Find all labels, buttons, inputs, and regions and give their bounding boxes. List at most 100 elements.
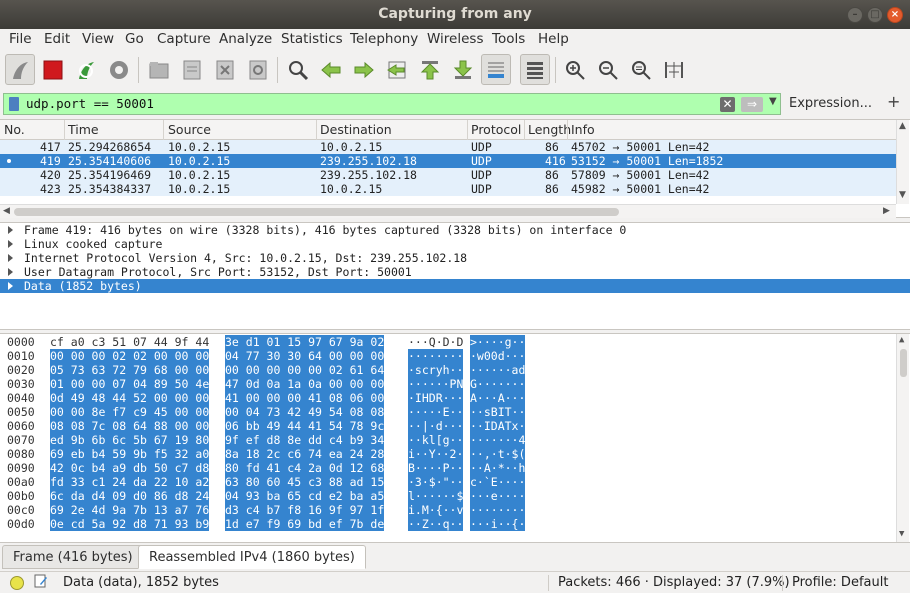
tab-frame-bytes[interactable]: Frame (416 bytes): [2, 545, 144, 569]
column-header-no[interactable]: No.: [4, 122, 25, 137]
resize-columns-icon[interactable]: [659, 54, 689, 85]
stop-capture-icon[interactable]: [38, 54, 68, 85]
menu-analyze[interactable]: Analyze: [219, 31, 272, 47]
scroll-right-icon[interactable]: ▶: [883, 206, 890, 216]
scroll-down-icon[interactable]: ▼: [899, 190, 906, 200]
expert-info-led-icon[interactable]: [10, 576, 24, 590]
hex-bytes-right: 06 bb 49 44 41 54 78 9c: [225, 419, 385, 433]
minimize-button[interactable]: –: [847, 7, 863, 23]
packet-row-selected[interactable]: 419 25.354140606 10.0.2.15 239.255.102.1…: [0, 154, 896, 168]
save-file-icon[interactable]: [177, 54, 207, 85]
bytes-row[interactable]: 00a0 fd 33 c1 24 da 22 10 a2 63 80 60 45 c…: [0, 475, 896, 489]
tab-reassembled-ipv4[interactable]: Reassembled IPv4 (1860 bytes): [138, 545, 366, 569]
open-file-icon[interactable]: [144, 54, 174, 85]
tree-item-udp[interactable]: User Datagram Protocol, Src Port: 53152,…: [0, 265, 910, 279]
bytes-vertical-scrollbar[interactable]: ▲ ▼: [896, 334, 909, 542]
tree-item-ipv4[interactable]: Internet Protocol Version 4, Src: 10.0.2…: [0, 251, 910, 265]
column-header-source[interactable]: Source: [168, 122, 211, 137]
packet-list-horizontal-scrollbar[interactable]: ◀ ▶: [0, 204, 896, 218]
status-profile[interactable]: Profile: Default: [792, 575, 888, 590]
packet-row[interactable]: 423 25.354384337 10.0.2.15 10.0.2.15 UDP…: [0, 182, 896, 196]
menu-wireless[interactable]: Wireless: [427, 31, 484, 47]
packet-list-vertical-scrollbar[interactable]: ▲ ▼: [896, 120, 909, 204]
menu-go[interactable]: Go: [125, 31, 144, 47]
bytes-row[interactable]: 00b0 6c da d4 09 d0 86 d8 24 04 93 ba 65 c…: [0, 489, 896, 503]
packet-row[interactable]: 420 25.354196469 10.0.2.15 239.255.102.1…: [0, 168, 896, 182]
bytes-row[interactable]: 0000 cf a0 c3 51 07 44 9f 44 3e d1 01 15 9…: [0, 335, 896, 349]
bytes-row[interactable]: 0040 0d 49 48 44 52 00 00 00 41 00 00 00 4…: [0, 391, 896, 405]
apply-filter-icon[interactable]: ⇒: [741, 97, 763, 112]
bytes-row[interactable]: 0010 00 00 00 02 02 00 00 00 04 77 30 30 6…: [0, 349, 896, 363]
expand-arrow-icon[interactable]: [8, 254, 13, 262]
byte-offset: 00c0: [7, 503, 35, 517]
go-first-packet-icon[interactable]: [415, 54, 445, 85]
restart-capture-icon[interactable]: [71, 54, 101, 85]
hex-bytes-right: 47 0d 0a 1a 0a 00 00 00: [225, 377, 385, 391]
scroll-up-icon[interactable]: ▲: [899, 121, 906, 131]
column-header-length[interactable]: Length: [528, 122, 571, 137]
scroll-left-icon[interactable]: ◀: [3, 206, 10, 216]
go-last-packet-icon[interactable]: [448, 54, 478, 85]
close-window-button[interactable]: ×: [887, 7, 903, 23]
packet-row[interactable]: 417 25.294268654 10.0.2.15 10.0.2.15 UDP…: [0, 140, 896, 154]
expand-arrow-icon[interactable]: [8, 282, 13, 290]
bytes-row[interactable]: 0030 01 00 00 07 04 89 50 4e 47 0d 0a 1a 0…: [0, 377, 896, 391]
chevron-down-icon[interactable]: ▼: [769, 96, 777, 107]
tree-item-data-selected[interactable]: Data (1852 bytes): [0, 279, 910, 293]
shark-fin-start-icon[interactable]: [5, 54, 35, 85]
normal-size-icon[interactable]: [626, 54, 656, 85]
reload-file-icon[interactable]: [243, 54, 273, 85]
display-filter-input[interactable]: udp.port == 50001 ✕ ⇒ ▼: [3, 93, 781, 115]
go-back-icon[interactable]: [316, 54, 346, 85]
tree-item-frame[interactable]: Frame 419: 416 bytes on wire (3328 bits)…: [0, 223, 910, 237]
bytes-row[interactable]: 00d0 0e cd 5a 92 d8 71 93 b9 1d e7 f9 69 b…: [0, 517, 896, 531]
column-header-time[interactable]: Time: [68, 122, 99, 137]
expression-button[interactable]: Expression...: [789, 96, 872, 111]
menu-view[interactable]: View: [82, 31, 114, 47]
menu-help[interactable]: Help: [538, 31, 569, 47]
menu-telephony[interactable]: Telephony: [350, 31, 418, 47]
find-packet-icon[interactable]: [283, 54, 313, 85]
ascii-right: ··IDATx·: [470, 419, 526, 433]
expand-arrow-icon[interactable]: [8, 226, 13, 234]
tree-item-linux-cooked[interactable]: Linux cooked capture: [0, 237, 910, 251]
bytes-row[interactable]: 0080 69 eb b4 59 9b f5 32 a0 8a 18 2c c6 7…: [0, 447, 896, 461]
column-header-destination[interactable]: Destination: [320, 122, 392, 137]
zoom-in-icon[interactable]: [560, 54, 590, 85]
filter-text[interactable]: udp.port == 50001: [26, 96, 154, 111]
expand-arrow-icon[interactable]: [8, 268, 13, 276]
menu-statistics[interactable]: Statistics: [281, 31, 343, 47]
bytes-row[interactable]: 0020 05 73 63 72 79 68 00 00 00 00 00 00 0…: [0, 363, 896, 377]
go-to-packet-icon[interactable]: [382, 54, 412, 85]
go-forward-icon[interactable]: [349, 54, 379, 85]
scrollbar-thumb[interactable]: [900, 349, 907, 377]
menu-edit[interactable]: Edit: [44, 31, 70, 47]
scroll-down-icon[interactable]: ▼: [899, 529, 904, 539]
bytes-row[interactable]: 0090 42 0c b4 a9 db 50 c7 d8 80 fd 41 c4 2…: [0, 461, 896, 475]
bytes-row[interactable]: 0050 00 00 8e f7 c9 45 00 00 00 04 73 42 4…: [0, 405, 896, 419]
capture-options-icon[interactable]: [104, 54, 134, 85]
bytes-row[interactable]: 00c0 69 2e 4d 9a 7b 13 a7 76 d3 c4 b7 f8 1…: [0, 503, 896, 517]
close-file-icon[interactable]: [210, 54, 240, 85]
expand-arrow-icon[interactable]: [8, 240, 13, 248]
clear-filter-icon[interactable]: ✕: [720, 97, 735, 112]
bookmark-icon[interactable]: [9, 97, 19, 111]
scrollbar-thumb[interactable]: [14, 208, 619, 216]
packet-source: 10.0.2.15: [168, 154, 231, 168]
hex-bytes-left: 6c da d4 09 d0 86 d8 24: [50, 489, 210, 503]
add-filter-button[interactable]: +: [887, 92, 900, 111]
maximize-button[interactable]: □: [867, 7, 883, 23]
edit-comment-icon[interactable]: [34, 574, 48, 588]
menu-file[interactable]: File: [9, 31, 32, 47]
menu-capture[interactable]: Capture: [157, 31, 211, 47]
zoom-out-icon[interactable]: [593, 54, 623, 85]
menu-tools[interactable]: Tools: [492, 31, 525, 47]
bytes-row[interactable]: 0060 08 08 7c 08 64 88 00 00 06 bb 49 44 4…: [0, 419, 896, 433]
bytes-row[interactable]: 0070 ed 9b 6b 6c 5b 67 19 80 9f ef d8 8e d…: [0, 433, 896, 447]
autoscroll-icon[interactable]: [481, 54, 511, 85]
column-header-info[interactable]: Info: [571, 122, 595, 137]
hex-bytes-right: d3 c4 b7 f8 16 9f 97 1f: [225, 503, 385, 517]
colorize-icon[interactable]: [520, 54, 550, 85]
column-header-protocol[interactable]: Protocol: [471, 122, 521, 137]
scroll-up-icon[interactable]: ▲: [899, 335, 904, 345]
